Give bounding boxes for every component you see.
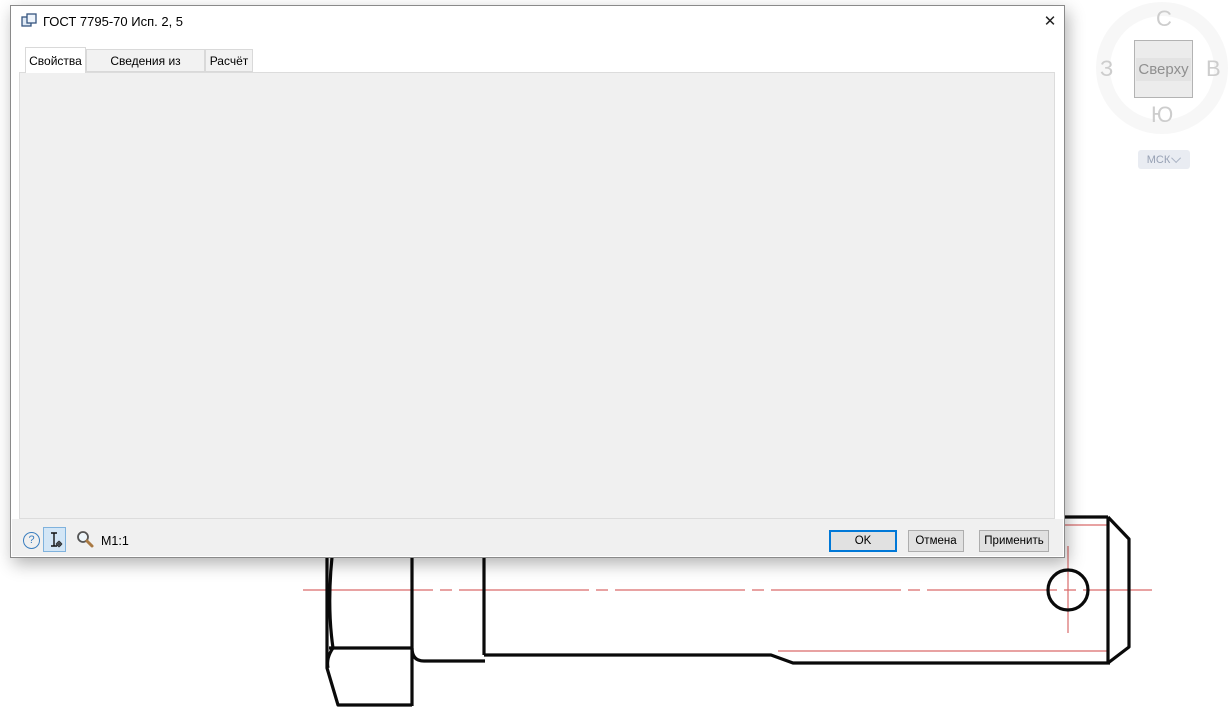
- tab-calc[interactable]: Расчёт: [205, 49, 253, 72]
- ibeam-cursor-icon: [47, 531, 63, 549]
- insert-point-tool-button[interactable]: [43, 527, 66, 552]
- nav-west-label[interactable]: З: [1100, 58, 1113, 80]
- coordinate-system-dropdown[interactable]: МСК: [1138, 150, 1190, 169]
- ok-button[interactable]: OK: [829, 530, 897, 552]
- tab-properties[interactable]: Свойства: [25, 47, 86, 73]
- nav-south-label[interactable]: Ю: [1151, 104, 1173, 126]
- cancel-button[interactable]: Отмена: [908, 530, 964, 552]
- gost-bolt-dialog: ГОСТ 7795-70 Исп. 2, 5 ✕ Свойства Сведен…: [10, 5, 1065, 558]
- cs-label: МСК: [1147, 154, 1171, 166]
- screen: С В Ю З Сверху МСК ГОСТ 7795-70 Исп. 2, …: [0, 0, 1229, 718]
- nav-east-label[interactable]: В: [1206, 58, 1221, 80]
- apply-button[interactable]: Применить: [979, 530, 1049, 552]
- chevron-down-icon: [1171, 153, 1181, 163]
- zoom-icon[interactable]: [75, 529, 95, 554]
- window-icon: [21, 13, 37, 29]
- dialog-footer: [12, 519, 1063, 556]
- help-icon[interactable]: ?: [23, 532, 40, 549]
- window-title: ГОСТ 7795-70 Исп. 2, 5: [43, 14, 183, 29]
- nav-north-label[interactable]: С: [1156, 8, 1172, 30]
- close-icon[interactable]: ✕: [1039, 12, 1061, 32]
- scale-label: М1:1: [101, 534, 129, 548]
- view-cube-face[interactable]: Сверху: [1134, 40, 1193, 98]
- title-bar[interactable]: ГОСТ 7795-70 Исп. 2, 5 ✕: [11, 6, 1064, 36]
- view-cube-label: Сверху: [1136, 58, 1190, 81]
- tab-normacs[interactable]: Сведения из NormaCS: [86, 49, 205, 72]
- tab-page: [19, 72, 1055, 519]
